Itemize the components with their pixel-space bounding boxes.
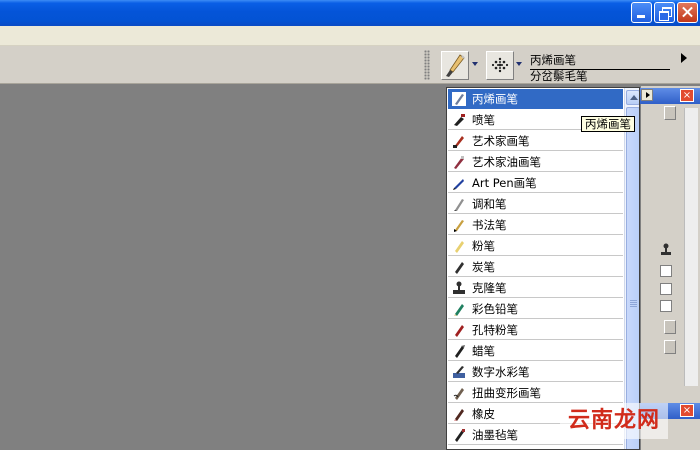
palette-arrow-button[interactable] xyxy=(664,340,676,354)
brush-category-list: 丙烯画笔 喷笔 艺术家画笔 艺术家油画笔 Art Pen画笔 调和笔 书法笔 粉… xyxy=(446,87,640,450)
tooltip: 丙烯画笔 xyxy=(581,116,635,132)
list-item[interactable]: 彩色铅笔 xyxy=(448,299,623,319)
list-item[interactable]: 艺术家油画笔 xyxy=(448,152,623,172)
crayon-icon xyxy=(455,344,465,358)
close-button[interactable] xyxy=(677,2,698,23)
toolbar-grip[interactable] xyxy=(424,50,430,80)
list-item[interactable]: 丙烯画笔 xyxy=(448,89,623,109)
watermark: 云南龙网 xyxy=(560,403,668,439)
toolbar-overflow-arrow[interactable] xyxy=(681,53,687,63)
restore-button[interactable] xyxy=(654,2,675,23)
scroll-up-button[interactable] xyxy=(626,90,639,105)
calligraphy-icon xyxy=(454,219,464,232)
acrylic-brush-icon xyxy=(452,91,466,106)
chevron-down-icon[interactable] xyxy=(472,62,478,66)
felt-pen-icon xyxy=(455,428,465,442)
list-item[interactable]: 艺术家画笔 xyxy=(448,131,623,151)
title-bar xyxy=(0,0,700,26)
palette-checkbox[interactable] xyxy=(660,265,672,277)
colored-pencil-icon xyxy=(454,303,464,316)
artists-oils-icon xyxy=(454,155,464,169)
menu-bar xyxy=(0,26,700,46)
list-scrollbar[interactable] xyxy=(624,88,639,449)
list-item[interactable]: 粉笔 xyxy=(448,236,623,256)
chalk-icon xyxy=(455,240,464,253)
distortion-icon xyxy=(453,387,464,400)
list-item[interactable]: 克隆笔 xyxy=(448,278,623,298)
brush-icon xyxy=(446,54,465,77)
palette-arrow-button[interactable] xyxy=(664,106,676,120)
stamp-icon xyxy=(660,243,672,257)
palette-arrow-button[interactable] xyxy=(664,320,676,334)
minimize-button[interactable] xyxy=(631,2,652,23)
flyout-menu-arrow[interactable] xyxy=(641,89,653,101)
list-item[interactable]: 调和笔 xyxy=(448,194,623,214)
eraser-icon xyxy=(454,408,464,421)
scroll-thumb[interactable] xyxy=(626,107,639,449)
palette-checkbox[interactable] xyxy=(660,300,672,312)
list-item[interactable]: 炭笔 xyxy=(448,257,623,277)
list-item[interactable]: 数字水彩笔 xyxy=(448,362,623,382)
list-item[interactable]: Art Pen画笔 xyxy=(448,173,623,193)
list-item[interactable]: 孔特粉笔 xyxy=(448,320,623,340)
chevron-down-icon[interactable] xyxy=(516,62,522,66)
palette-close-icon[interactable]: × xyxy=(680,404,694,417)
brush-variant-name: 分岔鬃毛笔 xyxy=(530,69,588,83)
brush-variant-selector[interactable] xyxy=(486,51,514,80)
digital-watercolor-icon xyxy=(453,365,465,378)
conte-icon xyxy=(455,324,464,337)
palette-close-icon[interactable]: × xyxy=(680,89,694,102)
cloner-icon xyxy=(453,281,465,294)
list-item[interactable]: 扭曲变形画笔 xyxy=(448,383,623,403)
brush-category-selector[interactable] xyxy=(441,51,469,80)
charcoal-icon xyxy=(455,261,464,274)
artists-brush-icon xyxy=(453,135,464,148)
blender-icon xyxy=(454,198,464,211)
list-item[interactable]: 书法笔 xyxy=(448,215,623,235)
art-pen-icon xyxy=(453,178,464,190)
dab-preview-icon xyxy=(491,57,509,73)
palette-scrollbar[interactable] xyxy=(684,108,698,386)
airbrush-icon xyxy=(454,113,465,126)
palette-checkbox[interactable] xyxy=(660,283,672,295)
list-item[interactable]: 蜡笔 xyxy=(448,341,623,361)
